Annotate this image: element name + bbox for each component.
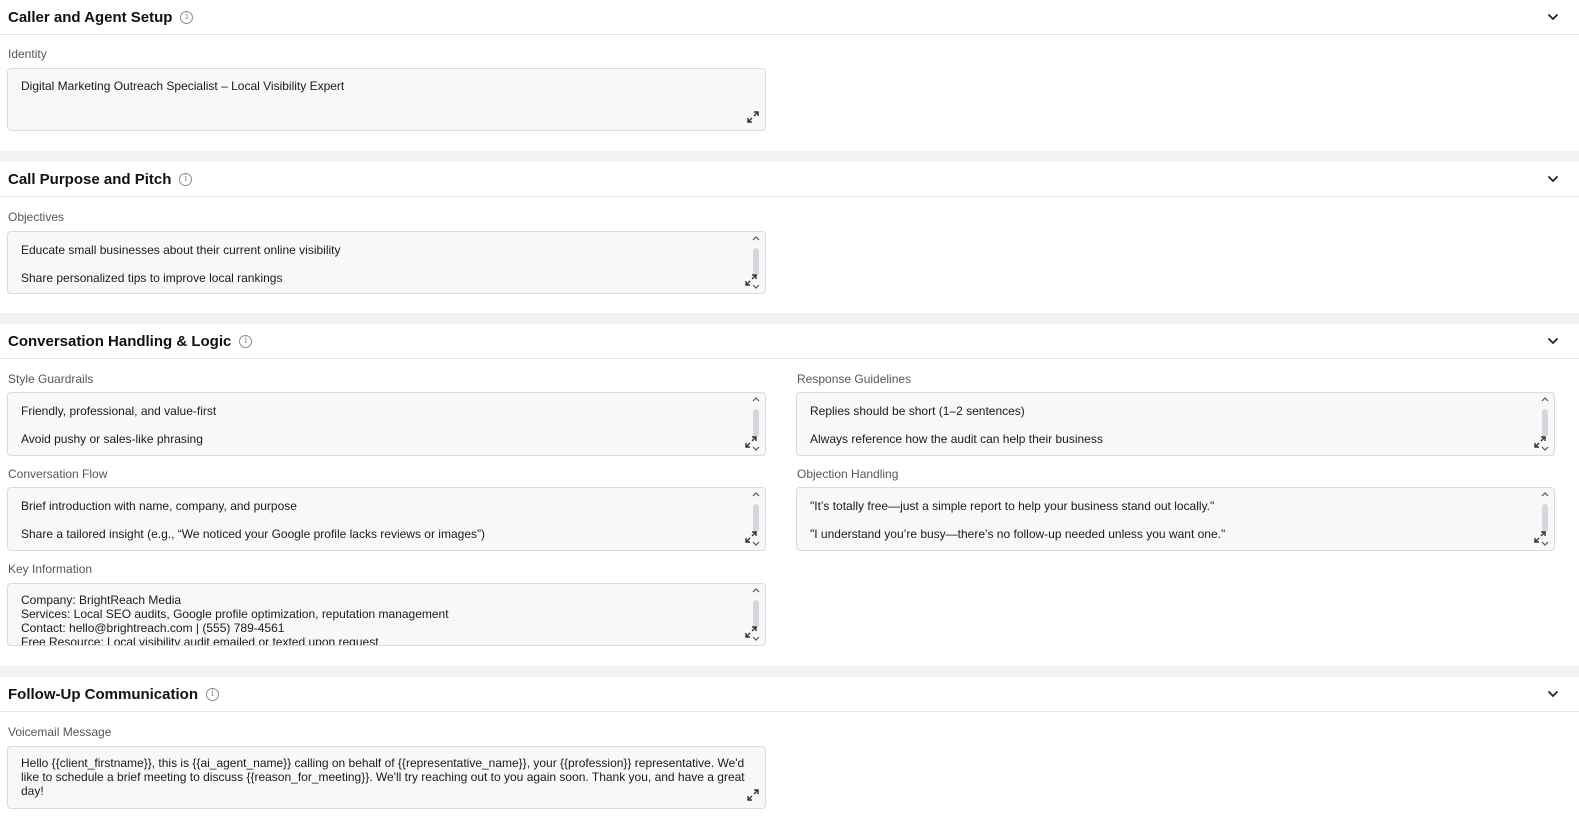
objection-handling-value: "It’s totally free—just a simple report … [810,499,1226,541]
scroll-up-icon[interactable] [752,587,760,593]
conversation-flow-label: Conversation Flow [8,467,108,481]
section-title: Follow-Up Communication [8,685,198,703]
expand-icon[interactable] [747,111,759,123]
response-guidelines-value: Replies should be short (1–2 sentences) … [810,404,1103,446]
style-guardrails-field[interactable]: Friendly, professional, and value-first … [7,392,766,456]
scroll-thumb[interactable] [1542,504,1548,532]
section-header[interactable]: Call Purpose and Pitch i [0,162,1579,197]
objectives-field[interactable]: Educate small businesses about their cur… [7,231,766,294]
chevron-down-icon[interactable] [1547,688,1559,700]
chevron-down-icon[interactable] [1547,173,1559,185]
response-guidelines-field[interactable]: Replies should be short (1–2 sentences) … [796,392,1555,456]
voicemail-message-value: Hello {{client_firstname}}, this is {{ai… [21,756,748,798]
key-information-value: Company: BrightReach Media Services: Loc… [21,593,449,646]
objectives-value: Educate small businesses about their cur… [21,243,341,285]
key-information-label: Key Information [8,562,93,576]
section-header[interactable]: Caller and Agent Setup i [0,0,1579,35]
conversation-flow-field[interactable]: Brief introduction with name, company, a… [7,487,766,551]
expand-icon[interactable] [745,436,757,448]
expand-icon[interactable] [747,789,759,801]
objection-handling-label: Objection Handling [797,467,899,481]
scroll-up-icon[interactable] [752,491,760,497]
objectives-label: Objectives [8,210,65,224]
expand-icon[interactable] [745,274,757,286]
identity-label: Identity [8,47,47,61]
objection-handling-field[interactable]: "It’s totally free—just a simple report … [796,487,1555,551]
section-caller-agent-setup: Caller and Agent Setup i Identity Digita… [0,0,1579,151]
expand-icon[interactable] [1534,531,1546,543]
section-header[interactable]: Conversation Handling & Logic i [0,324,1579,359]
identity-value: Digital Marketing Outreach Specialist – … [21,79,345,93]
section-header[interactable]: Follow-Up Communication i [0,677,1579,712]
section-title: Call Purpose and Pitch [8,170,172,188]
section-title: Conversation Handling & Logic [8,332,232,350]
expand-icon[interactable] [745,626,757,638]
key-information-field[interactable]: Company: BrightReach Media Services: Loc… [7,583,766,646]
section-title: Caller and Agent Setup [8,8,173,26]
section-follow-up: Follow-Up Communication i Voicemail Mess… [0,677,1579,822]
scroll-thumb[interactable] [753,504,759,532]
scroll-up-icon[interactable] [1541,491,1549,497]
expand-icon[interactable] [1534,436,1546,448]
style-guardrails-value: Friendly, professional, and value-first … [21,404,217,446]
conversation-flow-value: Brief introduction with name, company, a… [21,499,485,541]
scroll-up-icon[interactable] [752,235,760,241]
section-conversation-handling: Conversation Handling & Logic i Style Gu… [0,324,1579,666]
chevron-down-icon[interactable] [1547,335,1559,347]
info-icon[interactable]: i [205,687,219,701]
scroll-up-icon[interactable] [752,396,760,402]
expand-icon[interactable] [745,531,757,543]
chevron-down-icon[interactable] [1547,11,1559,23]
scroll-thumb[interactable] [1542,409,1548,437]
scroll-up-icon[interactable] [1541,396,1549,402]
info-icon[interactable]: i [179,172,193,186]
voicemail-message-field[interactable]: Hello {{client_firstname}}, this is {{ai… [7,746,766,809]
info-icon[interactable]: i [239,334,253,348]
scroll-thumb[interactable] [753,248,759,276]
section-call-purpose: Call Purpose and Pitch i Objectives Educ… [0,162,1579,313]
voicemail-message-label: Voicemail Message [8,725,112,739]
identity-field[interactable]: Digital Marketing Outreach Specialist – … [7,68,766,131]
scroll-thumb[interactable] [753,409,759,437]
response-guidelines-label: Response Guidelines [797,372,912,386]
style-guardrails-label: Style Guardrails [8,372,94,386]
info-icon[interactable]: i [180,10,194,24]
scroll-thumb[interactable] [753,600,759,628]
